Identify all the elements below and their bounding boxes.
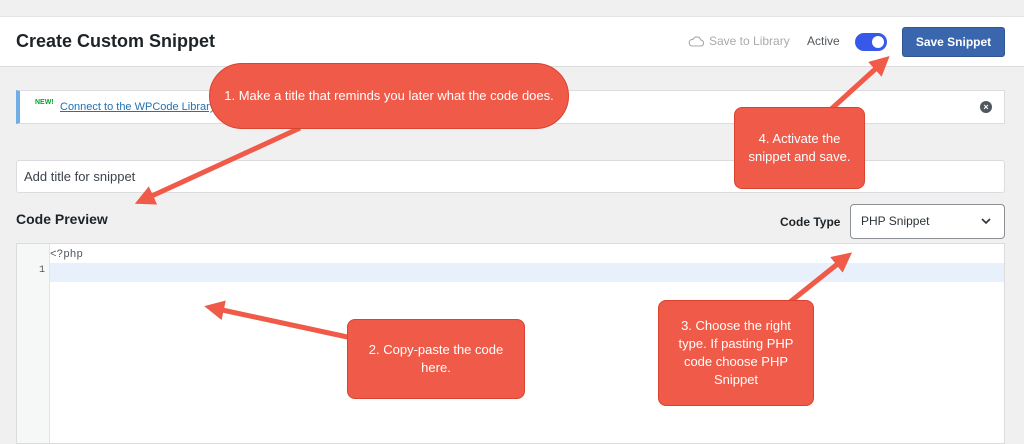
toggle-knob [872, 36, 884, 48]
page-title: Create Custom Snippet [16, 31, 216, 51]
callout-step-1: 1. Make a title that reminds you later w… [209, 63, 569, 129]
connect-library-link[interactable]: Connect to the WPCode Library [60, 101, 215, 113]
active-toggle[interactable] [855, 33, 887, 51]
code-preview-heading: Code Preview [16, 211, 108, 227]
editor-gutter: 1 [17, 244, 50, 443]
save-to-library-button[interactable]: Save to Library [688, 34, 790, 48]
callout-step-2: 2. Copy-paste the code here. [347, 319, 525, 399]
admin-top-strip [0, 0, 1024, 17]
callout-step-3: 3. Choose the right type. If pasting PHP… [658, 300, 814, 406]
cloud-icon [688, 35, 704, 47]
code-line: <?php [50, 249, 84, 261]
chevron-down-icon [981, 218, 991, 225]
code-type-select[interactable]: PHP Snippet [850, 204, 1005, 239]
active-label: Active [807, 34, 840, 48]
code-type-value: PHP Snippet [861, 214, 930, 228]
new-badge: NEW! [35, 99, 54, 106]
active-line-highlight [50, 263, 1004, 282]
page-header: Create Custom Snippet Save to Library Ac… [0, 17, 1024, 67]
save-to-library-label: Save to Library [709, 34, 790, 48]
callout-step-4: 4. Activate the snippet and save. [734, 107, 865, 189]
line-number: 1 [38, 265, 45, 276]
code-type-label: Code Type [780, 215, 841, 229]
save-snippet-button[interactable]: Save Snippet [902, 27, 1005, 57]
dismiss-notice-icon[interactable]: × [980, 101, 992, 113]
